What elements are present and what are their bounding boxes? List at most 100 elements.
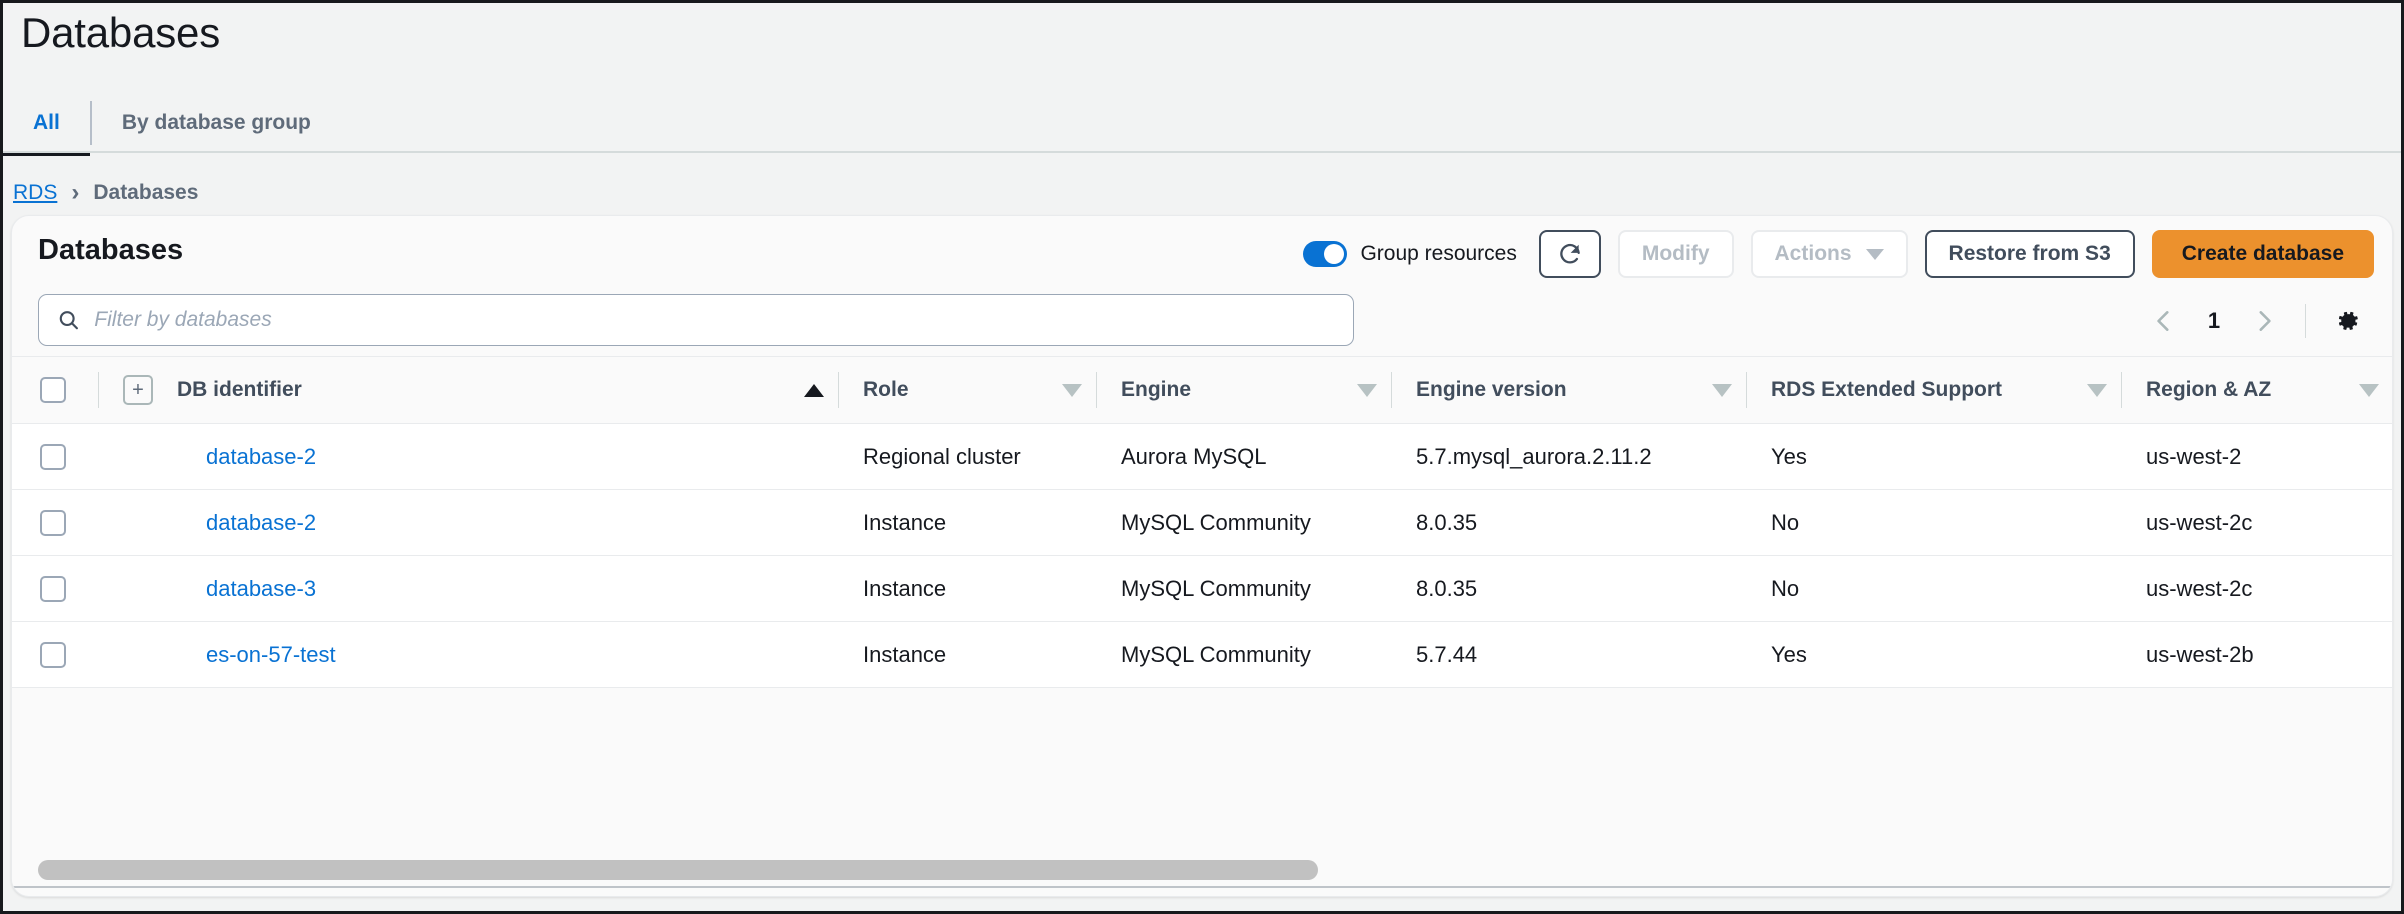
header-divider: [1746, 372, 1747, 408]
search-icon: [57, 308, 80, 332]
scrollbar-track[interactable]: [38, 860, 2366, 880]
row-select-cell: [12, 556, 98, 622]
cell-db-identifier: database-3: [98, 556, 838, 622]
gear-icon: [2332, 306, 2362, 336]
row-select-cell: [12, 622, 98, 688]
row-checkbox[interactable]: [40, 444, 66, 470]
table-preferences-button[interactable]: [2322, 296, 2372, 346]
header-region-az[interactable]: Region & AZ: [2121, 357, 2393, 424]
chevron-down-icon: [1866, 249, 1884, 260]
sort-icon: [2359, 384, 2379, 397]
cell-region-az: us-west-2: [2121, 424, 2393, 490]
search-box[interactable]: [38, 294, 1354, 346]
scrollbar-thumb[interactable]: [38, 860, 1318, 880]
header-region-az-label: Region & AZ: [2146, 378, 2271, 402]
db-identifier-link[interactable]: database-3: [206, 576, 316, 601]
cell-rds-extended-support: No: [1746, 490, 2121, 556]
chevron-right-icon: [2251, 308, 2277, 334]
tab-by-database-group[interactable]: By database group: [92, 99, 341, 147]
row-select-cell: [12, 490, 98, 556]
search-input[interactable]: [94, 308, 1335, 332]
cell-region-az: us-west-2b: [2121, 622, 2393, 688]
header-rds-extended-support-label: RDS Extended Support: [1771, 378, 2002, 402]
header-role[interactable]: Role: [838, 357, 1096, 424]
refresh-button[interactable]: [1539, 230, 1601, 278]
pagination: 1: [2139, 296, 2372, 346]
cell-role: Instance: [838, 556, 1096, 622]
cell-engine: MySQL Community: [1096, 556, 1391, 622]
horizontal-scrollbar[interactable]: [12, 856, 2392, 884]
header-divider: [1391, 372, 1392, 408]
cell-engine-version: 8.0.35: [1391, 490, 1746, 556]
tab-all-label: All: [33, 111, 60, 135]
breadcrumb-link-rds[interactable]: RDS: [13, 181, 57, 205]
cell-engine: Aurora MySQL: [1096, 424, 1391, 490]
header-select-all-cell: [12, 357, 98, 424]
restore-from-s3-label: Restore from S3: [1949, 242, 2111, 266]
header-engine-version[interactable]: Engine version: [1391, 357, 1746, 424]
header-divider: [1096, 372, 1097, 408]
cell-region-az: us-west-2c: [2121, 556, 2393, 622]
breadcrumb-current: Databases: [93, 181, 198, 205]
select-all-checkbox[interactable]: [40, 377, 66, 403]
cell-region-az: us-west-2c: [2121, 490, 2393, 556]
group-resources-toggle[interactable]: Group resources: [1303, 241, 1516, 267]
modify-button-label: Modify: [1642, 242, 1710, 266]
sort-ascending-icon: [804, 384, 824, 397]
actions-button-label: Actions: [1775, 242, 1852, 266]
cell-db-identifier: database-2: [98, 490, 838, 556]
table-body: database-2 Regional cluster Aurora MySQL…: [12, 424, 2393, 688]
filter-row: 1: [12, 294, 2392, 356]
modify-button[interactable]: Modify: [1618, 230, 1734, 278]
cell-role: Instance: [838, 490, 1096, 556]
tab-bar-rule: [3, 151, 2401, 153]
row-checkbox[interactable]: [40, 642, 66, 668]
chevron-left-icon: [2151, 308, 2177, 334]
header-rds-extended-support[interactable]: RDS Extended Support: [1746, 357, 2121, 424]
db-identifier-link[interactable]: database-2: [206, 510, 316, 535]
expand-all-icon[interactable]: +: [123, 375, 153, 405]
create-database-label: Create database: [2182, 242, 2344, 266]
sort-icon: [1062, 384, 1082, 397]
app-window: Databases All By database group RDS › Da…: [0, 0, 2404, 914]
create-database-button[interactable]: Create database: [2152, 230, 2374, 278]
cell-engine-version: 8.0.35: [1391, 556, 1746, 622]
breadcrumb: RDS › Databases: [13, 181, 198, 205]
panel-header: Databases Group resources Modify: [12, 216, 2392, 294]
row-checkbox[interactable]: [40, 576, 66, 602]
header-divider: [2121, 372, 2122, 408]
cell-engine: MySQL Community: [1096, 622, 1391, 688]
sort-icon: [2087, 384, 2107, 397]
header-role-label: Role: [863, 378, 909, 402]
cell-db-identifier: database-2: [98, 424, 838, 490]
cell-engine: MySQL Community: [1096, 490, 1391, 556]
db-identifier-link[interactable]: database-2: [206, 444, 316, 469]
row-checkbox[interactable]: [40, 510, 66, 536]
pagination-prev-button[interactable]: [2139, 296, 2189, 346]
toggle-knob: [1324, 244, 1344, 264]
toggle-track: [1303, 241, 1347, 267]
panel-header-actions: Group resources Modify Actions Rest: [1303, 230, 2374, 278]
table-row: database-2 Instance MySQL Community 8.0.…: [12, 490, 2393, 556]
db-identifier-link[interactable]: es-on-57-test: [206, 642, 336, 667]
actions-button[interactable]: Actions: [1751, 230, 1908, 278]
panel-bottom-rule: [12, 886, 2392, 888]
sort-icon: [1357, 384, 1377, 397]
restore-from-s3-button[interactable]: Restore from S3: [1925, 230, 2135, 278]
refresh-icon: [1557, 241, 1583, 267]
pagination-next-button[interactable]: [2239, 296, 2289, 346]
page-title: Databases: [21, 9, 220, 57]
table-scroll-area: + DB identifier Role: [12, 356, 2392, 796]
header-db-identifier[interactable]: + DB identifier: [98, 357, 838, 424]
databases-table: + DB identifier Role: [12, 356, 2393, 688]
header-engine-label: Engine: [1121, 378, 1191, 402]
header-divider: [838, 372, 839, 408]
tab-all[interactable]: All: [3, 99, 90, 147]
header-db-identifier-label: DB identifier: [177, 378, 302, 402]
cell-rds-extended-support: Yes: [1746, 424, 2121, 490]
tab-bar: All By database group: [3, 99, 2401, 157]
cell-db-identifier: es-on-57-test: [98, 622, 838, 688]
header-engine[interactable]: Engine: [1096, 357, 1391, 424]
pagination-page-1[interactable]: 1: [2193, 308, 2235, 334]
cell-rds-extended-support: Yes: [1746, 622, 2121, 688]
